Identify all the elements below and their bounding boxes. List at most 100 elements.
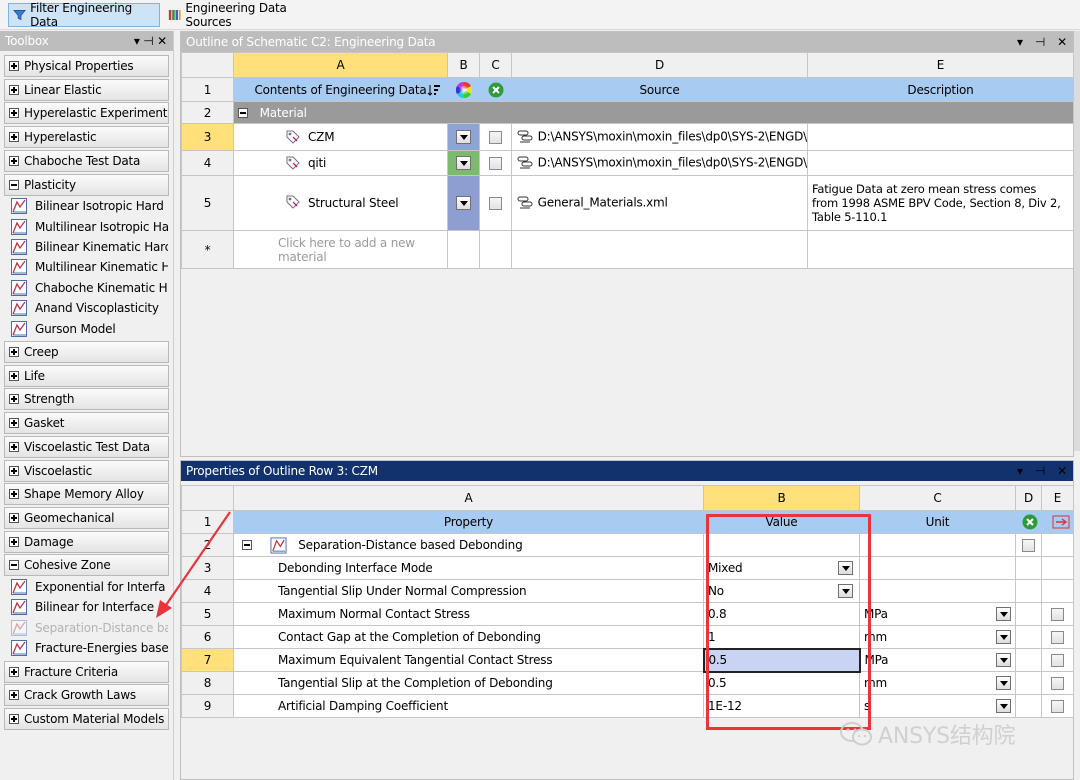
- column-header-d[interactable]: D: [511, 52, 808, 78]
- property-unit-cell[interactable]: [859, 579, 1016, 603]
- toolbox-model-item[interactable]: Multilinear Kinematic H: [10, 257, 168, 277]
- unit-dropdown[interactable]: [996, 699, 1011, 713]
- toolbox-category[interactable]: Plasticity: [4, 173, 169, 196]
- parameter-checkbox-cell[interactable]: [1041, 694, 1074, 718]
- color-wheel-header[interactable]: [447, 77, 480, 102]
- toolbox-category[interactable]: Physical Properties: [4, 55, 169, 77]
- collapse-icon[interactable]: [238, 108, 248, 118]
- expand-icon[interactable]: [9, 666, 19, 677]
- expand-icon[interactable]: [9, 441, 19, 452]
- value-dropdown[interactable]: [838, 584, 853, 598]
- property-value-cell[interactable]: 1: [703, 625, 860, 649]
- property-row[interactable]: 5 Maximum Normal Contact Stress 0.8 MPa: [181, 602, 1074, 626]
- value-dropdown[interactable]: [838, 561, 853, 575]
- expand-icon[interactable]: [9, 84, 19, 95]
- material-name-cell[interactable]: CZM: [233, 123, 448, 151]
- expand-icon[interactable]: [9, 394, 19, 405]
- property-value-cell[interactable]: No: [703, 579, 860, 603]
- property-value-cell[interactable]: 0.5: [702, 647, 861, 673]
- vertical-scrollbar[interactable]: [1074, 31, 1080, 451]
- toolbox-category[interactable]: Geomechanical: [4, 506, 169, 529]
- property-value-cell[interactable]: 0.8: [703, 602, 860, 626]
- toolbox-category[interactable]: Gasket: [4, 412, 169, 435]
- property-name-cell[interactable]: Tangential Slip Under Normal Compression: [233, 579, 704, 603]
- toolbox-category[interactable]: Strength: [4, 388, 169, 411]
- material-row-qiti[interactable]: 4 qiti D:\ANSYS\moxin\moxin_files\dp0\SY…: [181, 150, 1074, 176]
- filter-engineering-data-button[interactable]: Filter Engineering Data: [8, 1, 160, 29]
- description-cell[interactable]: [807, 123, 1074, 151]
- row-number[interactable]: 1: [181, 510, 234, 534]
- parameter-checkbox[interactable]: [1051, 631, 1064, 644]
- expand-icon[interactable]: [9, 155, 19, 166]
- toolbox-model-item[interactable]: Bilinear for Interface: [10, 597, 168, 617]
- collapse-icon[interactable]: [9, 179, 19, 190]
- row-number[interactable]: 8: [181, 671, 234, 695]
- parameter-checkbox[interactable]: [1051, 608, 1064, 621]
- parameter-checkbox-cell[interactable]: [1041, 556, 1074, 580]
- toolbox-model-item[interactable]: Multilinear Isotropic Ha: [10, 217, 168, 237]
- property-row[interactable]: 4 Tangential Slip Under Normal Compressio…: [181, 579, 1074, 603]
- dropdown-arrow-icon[interactable]: ▾: [1017, 35, 1023, 49]
- toolbox-category[interactable]: Custom Material Models: [4, 708, 169, 730]
- dropdown-arrow-icon[interactable]: ▾: [1017, 464, 1023, 478]
- parameter-checkbox-cell[interactable]: [1041, 625, 1074, 649]
- suppress-checkbox[interactable]: [489, 131, 502, 144]
- material-color-cell[interactable]: [447, 175, 480, 231]
- toolbox-category[interactable]: Shape Memory Alloy: [4, 483, 169, 506]
- row-number[interactable]: 9: [181, 694, 234, 718]
- parameter-checkbox[interactable]: [1051, 677, 1064, 690]
- material-name-cell[interactable]: Structural Steel: [233, 175, 448, 231]
- property-row[interactable]: 7 Maximum Equivalent Tangential Contact S…: [181, 647, 1074, 673]
- parameter-checkbox-cell[interactable]: [1041, 579, 1074, 603]
- row-number[interactable]: 7: [181, 648, 234, 672]
- column-header-a[interactable]: A: [233, 485, 704, 511]
- row-number[interactable]: 3: [181, 123, 234, 151]
- toolbox-category[interactable]: Damage: [4, 530, 169, 553]
- material-row-structural-steel[interactable]: 5 Structural Steel General_Materials.xml…: [181, 175, 1074, 231]
- value-header[interactable]: Value: [703, 510, 860, 534]
- parameter-checkbox-cell[interactable]: [1041, 671, 1074, 695]
- toolbox-category[interactable]: Crack Growth Laws: [4, 684, 169, 707]
- column-header-e[interactable]: E: [1041, 485, 1074, 511]
- close-icon[interactable]: ✕: [1057, 35, 1067, 49]
- expand-icon[interactable]: [9, 512, 19, 523]
- toolbox-window-controls[interactable]: ▾ ⊣ ✕: [134, 31, 167, 51]
- toolbox-category[interactable]: Hyperelastic Experiment: [4, 102, 169, 125]
- toolbox-category[interactable]: Creep: [4, 341, 169, 363]
- expand-icon[interactable]: [9, 132, 19, 143]
- close-icon[interactable]: ✕: [1057, 464, 1067, 478]
- suppress-checkbox[interactable]: [1022, 539, 1035, 552]
- toolbox-category[interactable]: Linear Elastic: [4, 78, 169, 101]
- expand-icon[interactable]: [9, 714, 19, 724]
- expand-icon[interactable]: [9, 347, 19, 357]
- toolbox-category[interactable]: Viscoelastic: [4, 459, 169, 482]
- suppress-checkbox[interactable]: [489, 157, 502, 170]
- unit-header[interactable]: Unit: [859, 510, 1016, 534]
- collapse-icon[interactable]: [9, 560, 19, 571]
- description-cell[interactable]: [807, 150, 1074, 176]
- property-unit-cell[interactable]: MPa: [859, 648, 1016, 672]
- add-material-row[interactable]: * Click here to add a new material: [181, 230, 1074, 269]
- material-color-dropdown[interactable]: [456, 156, 471, 171]
- properties-window-controls[interactable]: ▾ ⊣ ✕: [1017, 461, 1067, 481]
- source-cell[interactable]: D:\ANSYS\moxin\moxin_files\dp0\SYS-2\ENG…: [511, 123, 808, 151]
- row-number[interactable]: 4: [181, 150, 234, 176]
- property-name-cell[interactable]: Artificial Damping Coefficient: [233, 694, 704, 718]
- debonding-group-row[interactable]: 2 Separation-Distance based Debonding: [181, 533, 1074, 557]
- unit-dropdown[interactable]: [996, 607, 1011, 621]
- toolbox-model-item[interactable]: Exponential for Interfa: [10, 577, 168, 597]
- expand-icon[interactable]: [9, 465, 19, 476]
- unit-dropdown[interactable]: [996, 653, 1011, 667]
- description-cell[interactable]: Fatigue Data at zero mean stress comes f…: [807, 175, 1074, 231]
- pin-icon[interactable]: ⊣: [1035, 464, 1045, 478]
- expand-icon[interactable]: [9, 61, 19, 71]
- toolbox-model-item[interactable]: Fracture-Energies base: [10, 638, 168, 658]
- unit-dropdown[interactable]: [996, 676, 1011, 690]
- toolbox-model-item[interactable]: Chaboche Kinematic Ha: [10, 278, 168, 298]
- row-number[interactable]: 2: [181, 101, 234, 124]
- suppress-checkbox[interactable]: [489, 197, 502, 210]
- source-header[interactable]: Source: [511, 77, 808, 102]
- expand-icon[interactable]: [9, 418, 19, 429]
- suppress-checkbox-cell[interactable]: [1015, 533, 1042, 557]
- toolbox-category[interactable]: Chaboche Test Data: [4, 149, 169, 172]
